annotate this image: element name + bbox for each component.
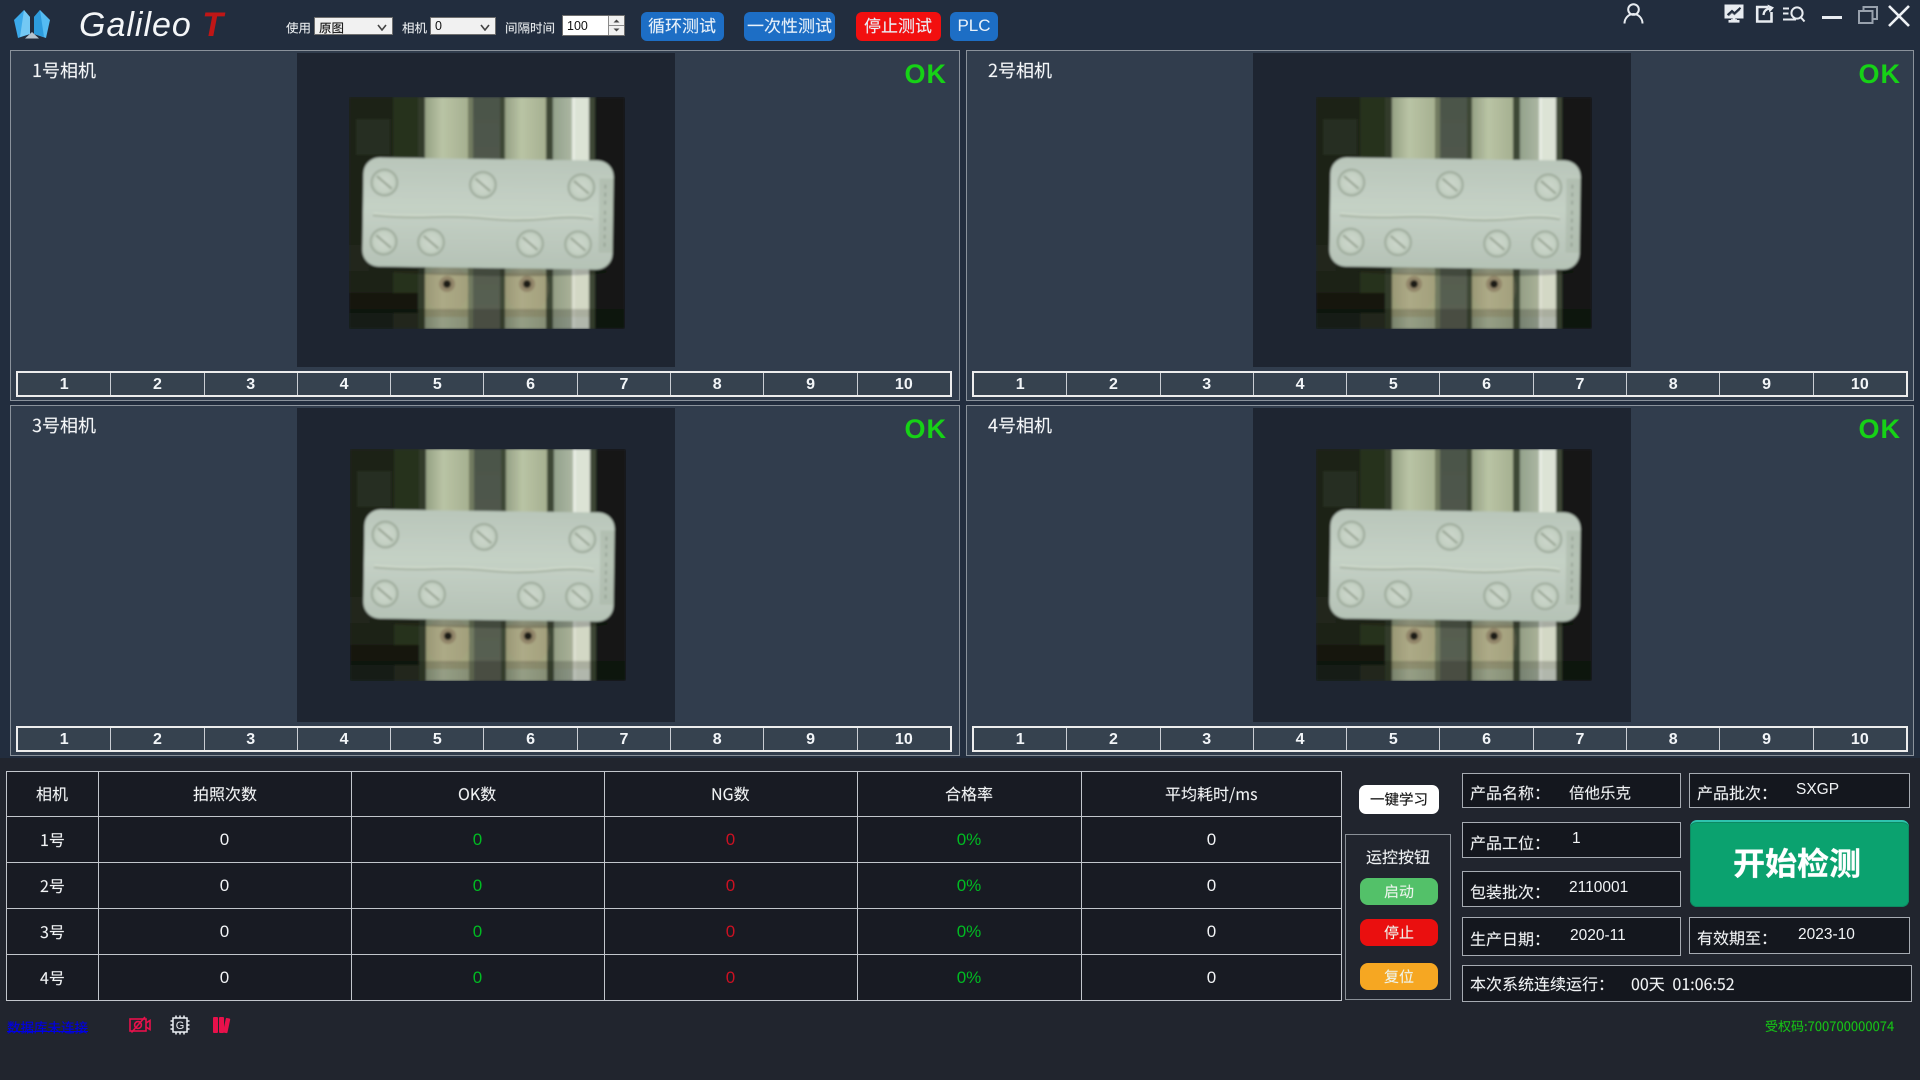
svg-text:G: G xyxy=(176,1020,185,1032)
